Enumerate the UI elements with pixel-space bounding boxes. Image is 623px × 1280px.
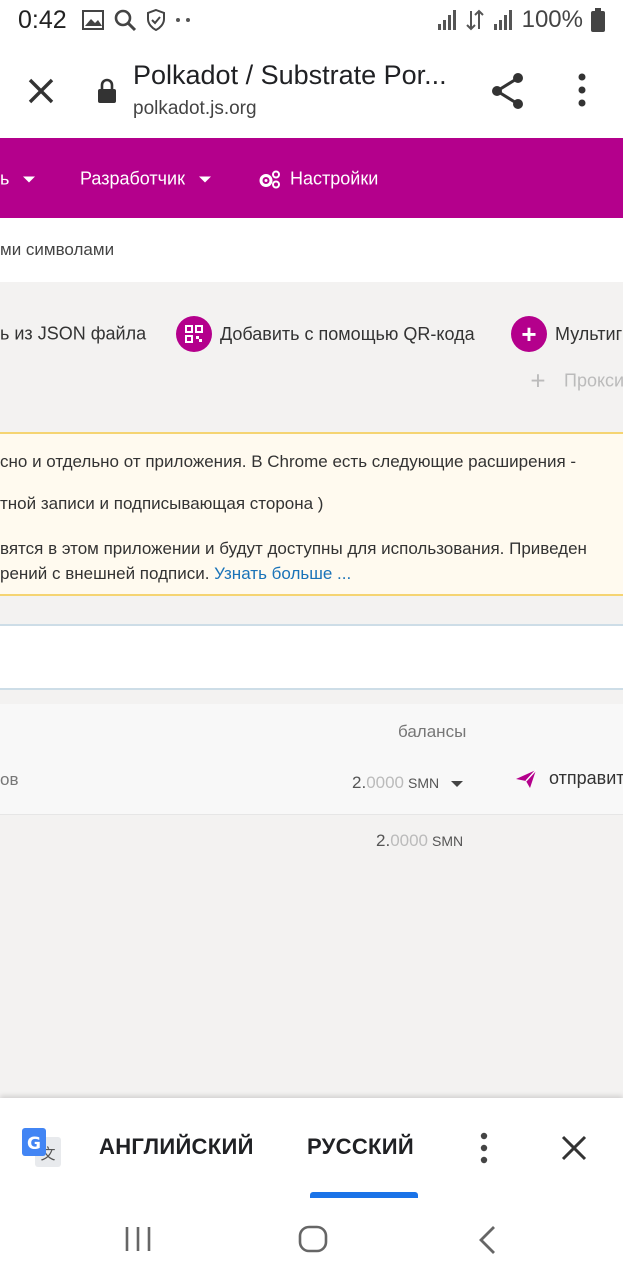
overflow-menu-icon[interactable]: [570, 72, 594, 108]
warning-line-4-text: рений с внешней подписи.: [0, 564, 210, 583]
signal-icon-2: [493, 10, 512, 30]
paper-plane-icon: [516, 769, 537, 788]
nav-item-label: Настройки: [290, 168, 379, 189]
browser-toolbar: Polkadot / Substrate Por... polkadot.js.…: [0, 44, 623, 138]
filter-panel[interactable]: [0, 624, 623, 690]
balances-header: балансы: [398, 722, 467, 741]
status-right: 100%: [436, 6, 605, 34]
app-nav: ь Разработчик Настройки: [0, 138, 623, 218]
status-notification-icons: [82, 8, 193, 32]
translate-lang-english[interactable]: АНГЛИЙСКИЙ: [99, 1134, 254, 1160]
status-bar: 0:42 100%: [0, 0, 623, 44]
nav-item-developer[interactable]: Разработчик: [80, 169, 211, 190]
close-tab-icon[interactable]: [24, 74, 58, 108]
sub-balance: 2.0000 SMN: [376, 831, 463, 851]
multisig-button[interactable]: + Мультиг: [511, 316, 622, 352]
learn-more-link[interactable]: Узнать больше ...: [214, 564, 351, 583]
home-icon[interactable]: [298, 1225, 328, 1253]
warning-line-3: вятся в этом приложении и будут доступны…: [0, 539, 587, 558]
extension-warning: сно и отдельно от приложения. В Chrome е…: [0, 432, 623, 596]
proxy-label: Прокси: [564, 370, 623, 391]
plus-icon: +: [511, 316, 547, 352]
multisig-label: Мультиг: [555, 323, 623, 344]
status-time: 0:42: [18, 6, 67, 34]
balance-dec: 0000: [366, 773, 405, 792]
translate-bar: 文G АНГЛИЙСКИЙ РУССКИЙ: [0, 1098, 623, 1198]
more-notifications-icon: [176, 18, 190, 22]
chevron-down-icon: [198, 176, 211, 182]
balance-unit: SMN: [432, 833, 464, 849]
balance-dec: 0000: [390, 831, 429, 850]
nav-item-label: Разработчик: [80, 168, 185, 189]
translate-menu-icon[interactable]: [474, 1132, 494, 1164]
nav-item-label: ь: [0, 168, 10, 189]
account-subrow: 2.0000 SMN: [0, 814, 623, 865]
search-icon: [114, 9, 137, 32]
warning-line-4: рений с внешней подписи. Узнать больше .…: [0, 564, 351, 584]
nav-item-settings[interactable]: Настройки: [258, 169, 378, 190]
svg-text:G: G: [27, 1134, 41, 1154]
restore-json-button[interactable]: ь из JSON файла: [0, 324, 146, 345]
signal-icon: [437, 10, 456, 30]
battery-icon: [591, 8, 605, 32]
google-translate-icon[interactable]: 文G: [22, 1128, 62, 1168]
proxy-button[interactable]: + Прокси: [530, 366, 623, 397]
restore-json-label: ь из JSON файла: [0, 323, 147, 344]
battery-percent: 100%: [521, 6, 583, 33]
accounts-table: балансы ов 2.0000 SMN отправит: [0, 704, 623, 814]
account-row-label: ов: [0, 770, 19, 789]
account-actions: ь из JSON файла Добавить с помощью QR-ко…: [0, 282, 623, 432]
sub-header: ми символами: [0, 218, 623, 282]
add-qr-label: Добавить с помощью QR-кода: [220, 323, 475, 344]
shield-icon: [147, 9, 165, 31]
balance-unit: SMN: [408, 775, 440, 791]
send-button[interactable]: отправит: [515, 768, 623, 789]
system-nav-bar: [0, 1198, 623, 1280]
warning-line-2: тной записи и подписывающая сторона ): [0, 494, 324, 513]
qr-code-icon: [176, 316, 212, 352]
chevron-down-icon: [23, 176, 36, 182]
add-qr-button[interactable]: Добавить с помощью QR-кода: [176, 316, 475, 352]
share-icon[interactable]: [490, 72, 526, 110]
sub-header-text: ми символами: [0, 240, 115, 259]
page-domain[interactable]: polkadot.js.org: [133, 98, 257, 120]
gallery-icon: [82, 10, 104, 30]
gears-icon: [259, 170, 280, 188]
balance-int: 2.: [376, 831, 391, 850]
back-icon[interactable]: [476, 1225, 498, 1255]
send-label: отправит: [549, 768, 623, 788]
plus-icon: +: [530, 365, 546, 396]
recent-apps-icon[interactable]: [124, 1226, 154, 1252]
close-translate-icon[interactable]: [560, 1134, 588, 1162]
account-balance[interactable]: 2.0000 SMN: [352, 773, 464, 793]
data-transfer-icon: [465, 9, 484, 31]
lock-icon[interactable]: [97, 78, 117, 104]
warning-line-1: сно и отдельно от приложения. В Chrome е…: [0, 452, 577, 471]
translate-lang-russian[interactable]: РУССКИЙ: [307, 1134, 414, 1160]
page-title[interactable]: Polkadot / Substrate Por...: [133, 60, 447, 91]
chevron-down-icon[interactable]: [451, 780, 464, 787]
balance-int: 2.: [352, 773, 367, 792]
nav-item-accounts[interactable]: ь: [0, 168, 36, 190]
